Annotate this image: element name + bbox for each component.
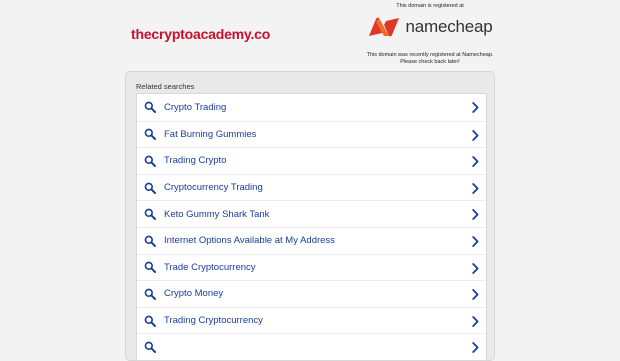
list-item[interactable]: Crypto Money: [137, 280, 486, 307]
list-item-label: Cryptocurrency Trading: [164, 182, 263, 194]
chevron-right-icon: [472, 156, 479, 168]
list-item-label: Trade Cryptocurrency: [164, 261, 256, 273]
registration-note-line1: This domain was recently registered at N…: [366, 52, 494, 58]
list-item[interactable]: Cryptocurrency Trading: [137, 173, 486, 201]
chevron-right-icon: [472, 236, 479, 247]
search-icon: [144, 288, 156, 300]
search-icon: [144, 315, 156, 327]
chevron-right-icon: [472, 209, 479, 221]
chevron-right-icon: [472, 182, 479, 194]
registration-note: This domain was recently registered at N…: [356, 52, 504, 66]
chevron-right-icon: [472, 289, 479, 301]
namecheap-logo-icon: [369, 17, 400, 37]
related-searches-list: Crypto Trading Fat Burning Gummies Trading…: [136, 93, 487, 361]
domain-name: thecryptoacademy.co: [131, 26, 271, 42]
list-item[interactable]: Trading Cryptocurrency: [137, 306, 486, 334]
list-item[interactable]: Keto Gummy Shark Tank: [137, 200, 486, 227]
search-icon: [144, 182, 156, 194]
list-item-label: Keto Gummy Shark Tank: [164, 208, 270, 220]
registered-at-text: This domain is registered at: [396, 3, 464, 9]
namecheap-logo[interactable]: namecheap: [356, 16, 504, 38]
search-icon: [144, 128, 156, 141]
list-item-label: Trading Crypto: [164, 155, 227, 167]
list-item-label: Crypto Money: [164, 288, 224, 300]
chevron-right-icon: [472, 102, 479, 113]
list-item[interactable]: Trading Crypto: [137, 147, 486, 174]
list-item-label: Internet Options Available at My Address: [164, 235, 335, 247]
chevron-right-icon: [472, 315, 479, 327]
list-item-label: Fat Burning Gummies: [164, 128, 257, 140]
search-icon: [144, 235, 156, 247]
search-icon: [144, 208, 156, 221]
registrar-block: This domain is registered at namecheap T…: [356, 3, 504, 66]
list-item[interactable]: Internet Options Available at My Address: [137, 226, 486, 254]
registration-note-line2: Please check back later!: [400, 59, 460, 65]
list-item[interactable]: Fat Burning Gummies: [137, 120, 486, 148]
chevron-right-icon: [472, 262, 479, 274]
list-item-label: Trading Cryptocurrency: [164, 315, 263, 327]
related-searches-panel: Related searches Crypto Trading Fat Burni…: [125, 71, 495, 361]
list-item[interactable]: Trade Cryptocurrency: [137, 253, 486, 281]
chevron-right-icon: [472, 342, 479, 354]
search-icon: [144, 261, 156, 274]
search-icon: [144, 101, 156, 114]
registrar-name: namecheap: [405, 17, 493, 36]
list-item-label: Crypto Trading: [164, 101, 227, 113]
list-item[interactable]: [137, 333, 486, 360]
related-searches-title: Related searches: [136, 82, 195, 91]
chevron-right-icon: [472, 129, 479, 141]
search-icon: [144, 155, 156, 167]
list-item[interactable]: Crypto Trading: [137, 94, 486, 121]
